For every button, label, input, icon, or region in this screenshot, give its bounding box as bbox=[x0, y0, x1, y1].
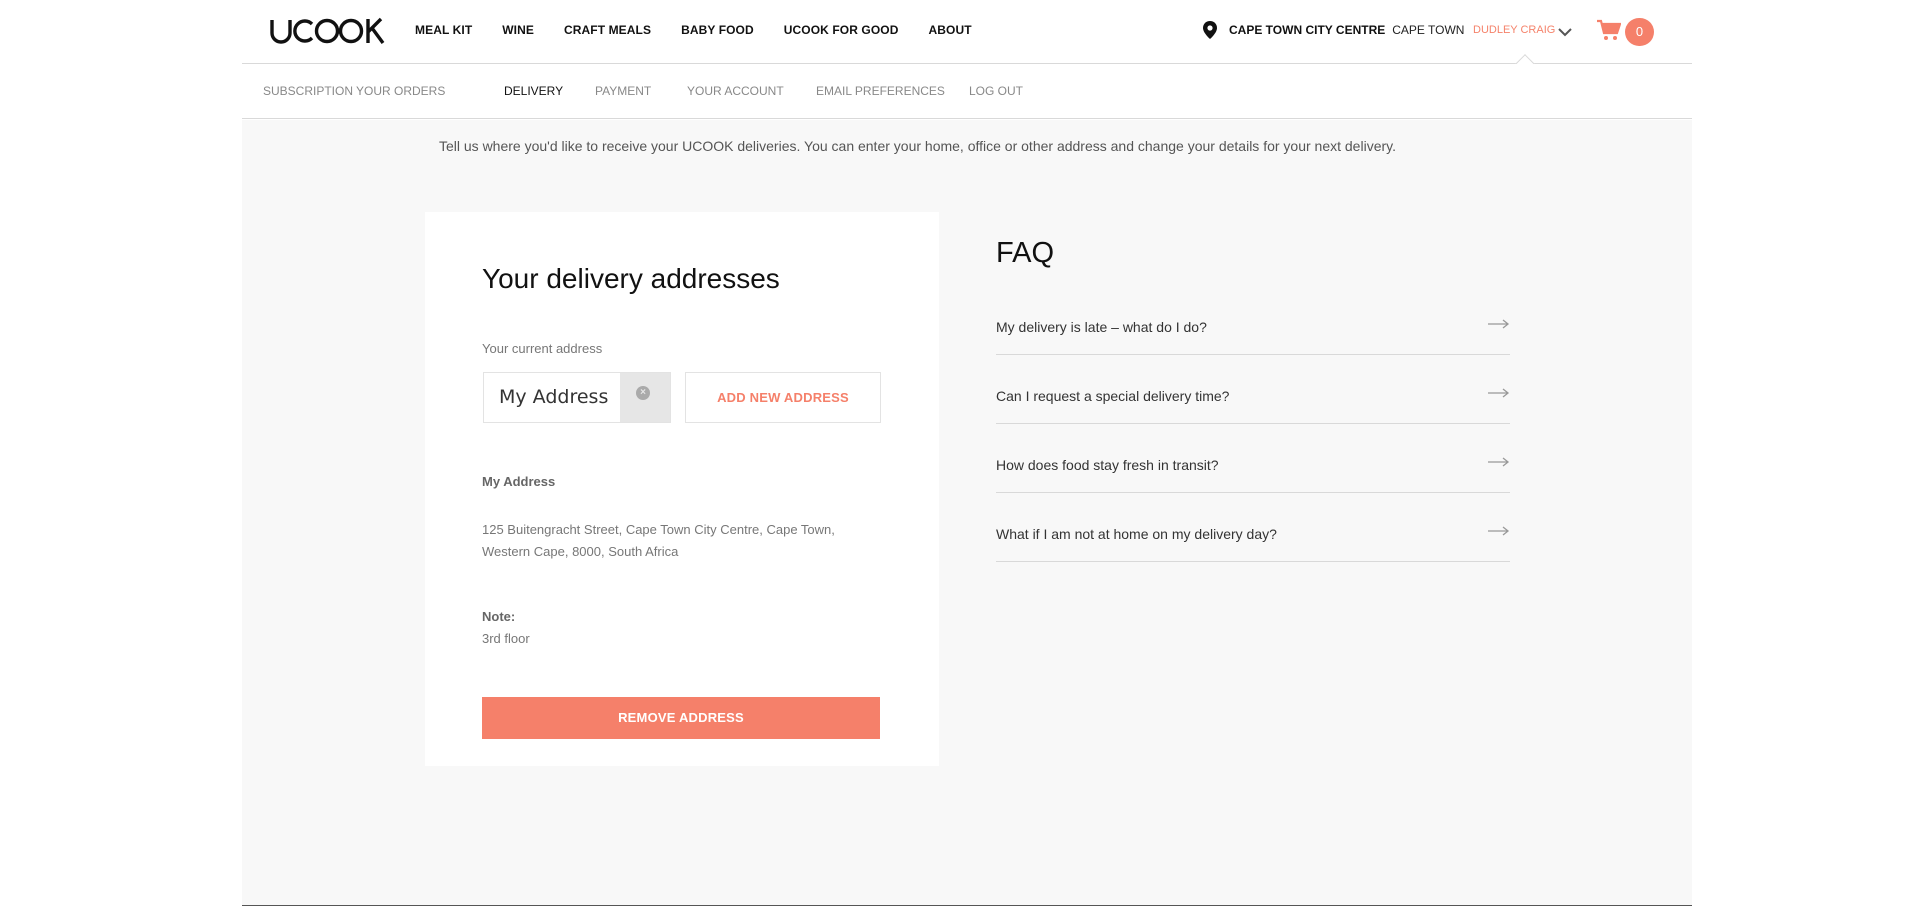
address-line-2: Western Cape, 8000, South Africa bbox=[482, 544, 679, 559]
page-frame: MEAL KIT WINE CRAFT MEALS BABY FOOD UCOO… bbox=[242, 0, 1692, 911]
nav-wine[interactable]: WINE bbox=[502, 23, 534, 37]
tab-email-preferences[interactable]: EMAIL PREFERENCES bbox=[816, 84, 945, 98]
location-selector[interactable]: CAPE TOWN CITY CENTRE CAPE TOWN bbox=[1203, 21, 1464, 39]
address-select-value: My Address bbox=[499, 386, 609, 408]
arrow-right-icon bbox=[1488, 316, 1510, 329]
faq-question: How does food stay fresh in transit? bbox=[996, 457, 1219, 473]
address-select[interactable]: My Address × bbox=[483, 372, 671, 423]
main-nav: MEAL KIT WINE CRAFT MEALS BABY FOOD UCOO… bbox=[415, 23, 1002, 37]
nav-ucook-for-good[interactable]: UCOOK FOR GOOD bbox=[784, 23, 899, 37]
nav-craft-meals[interactable]: CRAFT MEALS bbox=[564, 23, 651, 37]
faq-item[interactable]: My delivery is late – what do I do? bbox=[996, 286, 1510, 355]
nav-baby-food[interactable]: BABY FOOD bbox=[681, 23, 754, 37]
tab-delivery[interactable]: DELIVERY bbox=[504, 84, 563, 98]
current-address-label: Your current address bbox=[482, 341, 603, 356]
cart-icon[interactable] bbox=[1597, 19, 1622, 41]
nav-about[interactable]: ABOUT bbox=[929, 23, 972, 37]
faq-item[interactable]: What if I am not at home on my delivery … bbox=[996, 493, 1510, 562]
address-name: My Address bbox=[482, 474, 556, 489]
faq-item[interactable]: Can I request a special delivery time? bbox=[996, 355, 1510, 424]
tab-your-account[interactable]: YOUR ACCOUNT bbox=[687, 84, 784, 98]
tab-subscription[interactable]: SUBSCRIPTION bbox=[263, 84, 353, 98]
note-label: Note: bbox=[482, 609, 516, 624]
clear-address-button[interactable]: × bbox=[620, 373, 670, 422]
chevron-down-icon[interactable] bbox=[1558, 24, 1572, 37]
clear-icon: × bbox=[636, 386, 650, 400]
arrow-right-icon bbox=[1488, 523, 1510, 536]
delivery-addresses-card: Your delivery addresses Your current add… bbox=[425, 212, 939, 766]
faq-question: What if I am not at home on my delivery … bbox=[996, 526, 1277, 542]
faq-list: My delivery is late – what do I do? Can … bbox=[996, 286, 1510, 562]
delivery-content: Tell us where you'd like to receive your… bbox=[242, 120, 1692, 906]
intro-text: Tell us where you'd like to receive your… bbox=[439, 138, 1396, 154]
note-text: 3rd floor bbox=[482, 631, 530, 646]
location-city: CAPE TOWN CITY CENTRE bbox=[1229, 23, 1386, 37]
faq-question: My delivery is late – what do I do? bbox=[996, 319, 1207, 335]
ucook-logo[interactable] bbox=[269, 17, 387, 45]
faq-item[interactable]: How does food stay fresh in transit? bbox=[996, 424, 1510, 493]
location-pin-icon bbox=[1203, 21, 1217, 39]
location-region: CAPE TOWN bbox=[1392, 23, 1465, 37]
account-subnav: SUBSCRIPTION YOUR ORDERS DELIVERY PAYMEN… bbox=[242, 64, 1692, 119]
nav-meal-kit[interactable]: MEAL KIT bbox=[415, 23, 472, 37]
arrow-right-icon bbox=[1488, 385, 1510, 398]
tab-payment[interactable]: PAYMENT bbox=[595, 84, 651, 98]
remove-address-button[interactable]: REMOVE ADDRESS bbox=[482, 697, 880, 739]
user-menu[interactable]: DUDLEY CRAIG bbox=[1473, 24, 1555, 36]
top-header: MEAL KIT WINE CRAFT MEALS BABY FOOD UCOO… bbox=[242, 0, 1692, 74]
arrow-right-icon bbox=[1488, 454, 1510, 467]
address-text: 125 Buitengracht Street, Cape Town City … bbox=[482, 519, 882, 563]
tab-log-out[interactable]: LOG OUT bbox=[969, 84, 1023, 98]
address-line-1: 125 Buitengracht Street, Cape Town City … bbox=[482, 522, 835, 537]
addresses-heading: Your delivery addresses bbox=[482, 263, 780, 294]
cart-count-badge[interactable]: 0 bbox=[1625, 18, 1654, 46]
tab-your-orders[interactable]: YOUR ORDERS bbox=[356, 84, 445, 98]
faq-question: Can I request a special delivery time? bbox=[996, 388, 1230, 404]
faq-title: FAQ bbox=[996, 237, 1055, 269]
add-new-address-button[interactable]: ADD NEW ADDRESS bbox=[685, 372, 881, 423]
